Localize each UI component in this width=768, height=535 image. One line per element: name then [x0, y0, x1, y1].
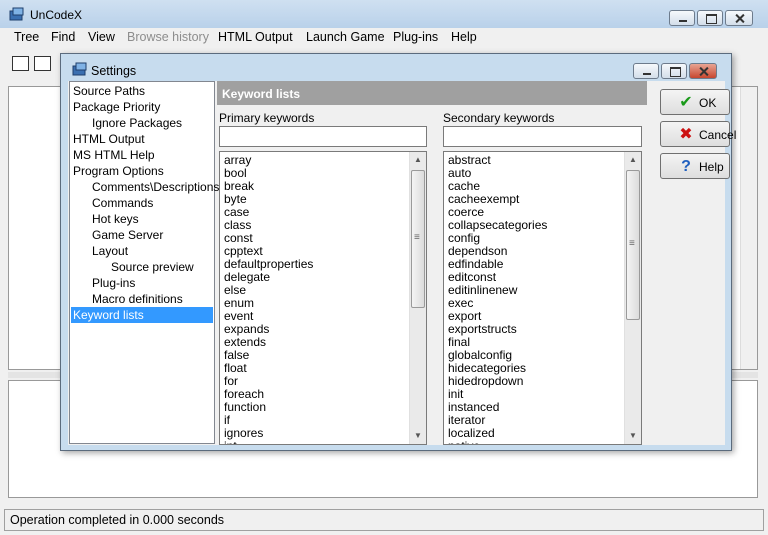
- tree-item-package-priority[interactable]: Package Priority: [73, 99, 160, 115]
- checkmark-icon: ✔: [679, 94, 693, 111]
- settings-icon: [72, 62, 87, 76]
- primary-keywords-label: Primary keywords: [219, 111, 315, 125]
- close-icon[interactable]: [725, 10, 753, 26]
- tree-item-source-preview[interactable]: Source preview: [111, 259, 194, 275]
- app-logo-icon: [9, 7, 24, 21]
- tree-item-html-output[interactable]: HTML Output: [73, 131, 145, 147]
- question-icon: ?: [681, 158, 691, 175]
- status-text: Operation completed in 0.000 seconds: [10, 513, 225, 527]
- app-title: UnCodeX: [30, 8, 83, 22]
- panel-header: Keyword lists: [217, 81, 647, 105]
- primary-keyword-input[interactable]: [219, 126, 427, 147]
- tree-item-layout[interactable]: Layout: [92, 243, 128, 259]
- close-icon[interactable]: [689, 63, 717, 79]
- primary-keyword-item[interactable]: int: [224, 440, 237, 445]
- maximize-icon[interactable]: [697, 10, 723, 26]
- secondary-keyword-input[interactable]: [443, 126, 642, 147]
- menu-tree[interactable]: Tree: [14, 30, 39, 44]
- tree-item-game-server[interactable]: Game Server: [92, 227, 163, 243]
- settings-dialog: Settings Source Paths Package Priority I…: [60, 53, 736, 451]
- scroll-thumb[interactable]: [626, 170, 640, 320]
- menu-help[interactable]: Help: [451, 30, 477, 44]
- main-titlebar: UnCodeX: [0, 0, 768, 28]
- vertical-scrollbar[interactable]: ▲ ▼: [624, 152, 641, 444]
- menu-launch-game[interactable]: Launch Game: [306, 30, 385, 44]
- status-bar: Operation completed in 0.000 seconds: [4, 509, 764, 531]
- scroll-thumb[interactable]: [411, 170, 425, 308]
- tree-item-ignore-packages[interactable]: Ignore Packages: [92, 115, 182, 131]
- tree-item-ms-html-help[interactable]: MS HTML Help: [73, 147, 155, 163]
- scroll-down-icon[interactable]: ▼: [625, 428, 641, 444]
- main-window-controls: [669, 10, 753, 26]
- vertical-scrollbar[interactable]: ▲ ▼: [409, 152, 426, 444]
- ok-button[interactable]: ✔ OK: [660, 89, 730, 115]
- dialog-title: Settings: [91, 64, 137, 78]
- scroll-down-icon[interactable]: ▼: [410, 428, 426, 444]
- tree-item-macro-definitions[interactable]: Macro definitions: [92, 291, 183, 307]
- cancel-button[interactable]: ✖ Cancel: [660, 121, 736, 147]
- dialog-window-controls: [633, 63, 717, 79]
- tree-item-commands[interactable]: Commands: [92, 195, 153, 211]
- dialog-titlebar: Settings: [61, 54, 731, 82]
- tree-item-hot-keys[interactable]: Hot keys: [92, 211, 139, 227]
- secondary-keyword-item[interactable]: native: [448, 440, 480, 445]
- primary-keyword-item[interactable]: function: [224, 401, 266, 414]
- new-window-icon[interactable]: [12, 56, 29, 71]
- tree-item-comments-descriptions[interactable]: Comments\Descriptions: [92, 179, 219, 195]
- menu-html-output[interactable]: HTML Output: [218, 30, 293, 44]
- secondary-keywords-label: Secondary keywords: [443, 111, 555, 125]
- scroll-up-icon[interactable]: ▲: [625, 152, 641, 168]
- settings-tree[interactable]: Source Paths Package Priority Ignore Pac…: [69, 81, 219, 444]
- menu-find[interactable]: Find: [51, 30, 75, 44]
- scroll-up-icon[interactable]: ▲: [410, 152, 426, 168]
- menubar: Tree Find View Browse history HTML Outpu…: [0, 28, 768, 48]
- menu-view[interactable]: View: [88, 30, 115, 44]
- secondary-keywords-list[interactable]: abstract auto cache cacheexempt coerce collap…: [443, 151, 642, 445]
- dialog-body: Source Paths Package Priority Ignore Pac…: [68, 81, 736, 445]
- primary-keywords-list[interactable]: array bool break byte case class const cpptext d…: [219, 151, 427, 445]
- tree-item-plug-ins[interactable]: Plug-ins: [92, 275, 135, 291]
- minimize-icon[interactable]: [633, 63, 659, 79]
- vertical-scrollbar[interactable]: [740, 87, 757, 369]
- tree-item-keyword-lists[interactable]: Keyword lists: [71, 307, 213, 323]
- menu-plug-ins[interactable]: Plug-ins: [393, 30, 438, 44]
- maximize-icon[interactable]: [661, 63, 687, 79]
- menu-browse-history[interactable]: Browse history: [127, 30, 209, 44]
- tree-item-program-options[interactable]: Program Options: [73, 163, 164, 179]
- minimize-icon[interactable]: [669, 10, 695, 26]
- help-button[interactable]: ? Help: [660, 153, 730, 179]
- tree-item-source-paths[interactable]: Source Paths: [73, 83, 145, 99]
- properties-icon[interactable]: [34, 56, 51, 71]
- cross-icon: ✖: [679, 126, 693, 143]
- panel-title: Keyword lists: [222, 87, 301, 101]
